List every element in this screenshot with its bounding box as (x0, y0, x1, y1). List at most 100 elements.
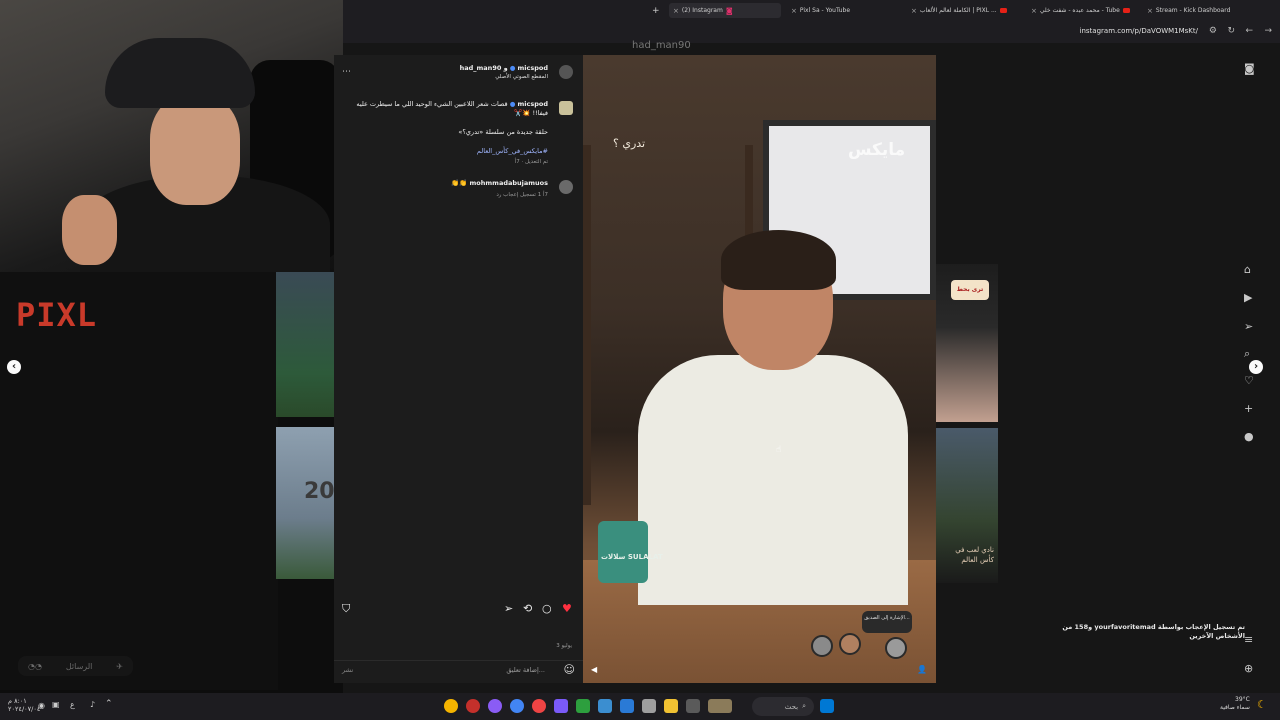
edge-icon[interactable] (620, 699, 634, 713)
tab-mohammed-abdo[interactable]: × محمد عبده - شفت خلي - Tube (1027, 3, 1139, 18)
chrome-icon[interactable] (444, 699, 458, 713)
avatar[interactable] (559, 101, 573, 115)
language-icon[interactable]: ع (70, 700, 75, 709)
clock-time: ٨:٠١ م (8, 697, 27, 705)
repost-icon[interactable]: ⟲ (523, 602, 532, 615)
tab-pixl-youtube[interactable]: × Pixl Sa - YouTube (787, 3, 899, 18)
youtube-icon (1122, 8, 1130, 13)
search-icon: ⌕ (802, 702, 806, 710)
prev-post-thumbnail-2[interactable]: 20 (276, 427, 335, 579)
comment-meta[interactable]: 7أ 1 تسجيل إعجاب رد (496, 191, 548, 200)
network-icon[interactable]: ▣ (52, 700, 60, 709)
emoji-icon[interactable]: ☺ (564, 663, 575, 676)
pixl-logo: PIXL (16, 296, 98, 334)
tadri-sign: تدري ؟ (613, 137, 646, 150)
app-icon[interactable] (642, 699, 656, 713)
mouse-cursor-icon: ☝ (776, 445, 782, 455)
app-icon[interactable] (576, 699, 590, 713)
site-settings-icon[interactable]: ⚙ (1209, 26, 1217, 36)
tab-label: (2) Instagram (681, 7, 723, 14)
new-tab-button[interactable]: + (648, 3, 666, 18)
clock[interactable]: ٨:٠١ م ٢٠٢٤/٠٧/٠٤ (8, 697, 40, 713)
app-icon[interactable] (466, 699, 480, 713)
notifications-icon[interactable]: ♡ (1244, 374, 1254, 387)
widgets-icon[interactable] (708, 699, 732, 713)
mics-logo: مايكس (848, 140, 906, 160)
close-icon[interactable]: × (1031, 7, 1037, 15)
caption: micspod ● قصات شعر اللاعبين الشيء الوحيد… (348, 100, 548, 118)
mute-icon[interactable]: ◀ (591, 665, 597, 674)
collab-author[interactable]: و had_man90 (460, 64, 508, 72)
task-view-icon[interactable] (686, 699, 700, 713)
file-explorer-icon[interactable] (664, 699, 678, 713)
post-author[interactable]: micspod (518, 64, 549, 72)
tagged-user-avatar[interactable] (811, 635, 833, 657)
youtube-icon (999, 8, 1007, 13)
caption-meta: تم التعديل · 7أ (514, 159, 548, 165)
weather-widget[interactable]: 39°C سماء صافية (1220, 696, 1250, 712)
more-options-icon[interactable]: ⋯ (342, 67, 351, 77)
mention-hint-tooltip: الإشارة إلى الصديق... (862, 611, 912, 633)
browser-tab-bar: × Stream - Kick Dashboard × محمد عبده - … (343, 0, 1280, 21)
comment-input[interactable]: إضافة تعليق... (506, 666, 545, 674)
app-icon[interactable] (598, 699, 612, 713)
taskbar-search[interactable]: بحث ⌕ (752, 697, 814, 716)
back-icon[interactable]: ← (1245, 26, 1253, 36)
close-icon[interactable]: × (1147, 7, 1153, 15)
home-icon[interactable]: ⌂ (1244, 263, 1251, 276)
avatar[interactable] (559, 65, 573, 79)
avatar[interactable] (559, 180, 573, 194)
profile-icon[interactable]: ● (1244, 430, 1254, 443)
share-icon[interactable]: ➢ (504, 602, 513, 615)
reel-video[interactable]: سلالات SULALAT مايكس تدري ؟ ◀ 👤 (583, 55, 936, 683)
next-post-arrow-icon[interactable]: › (1249, 360, 1263, 374)
notification-icon[interactable]: ◉ (38, 701, 45, 710)
chrome-icon[interactable] (532, 699, 546, 713)
messages-bar[interactable]: ◔◔ الرسائل ✈ (18, 656, 133, 676)
moon-icon: ☾ (1257, 698, 1267, 711)
streamer-hand (62, 195, 117, 265)
forward-icon[interactable]: → (1264, 26, 1272, 36)
game-icon[interactable] (554, 699, 568, 713)
url-field[interactable]: instagram.com/p/DaVOWM1MsKt/ (1080, 27, 1198, 35)
tag-people-icon[interactable]: 👤 (917, 665, 927, 674)
prev-post-thumbnail-1[interactable] (276, 272, 334, 417)
chevron-up-icon[interactable]: ⌃ (105, 699, 113, 709)
original-audio-link[interactable]: المقطع الصوتي الأصلي (460, 73, 548, 82)
tab-kick-dashboard[interactable]: × Stream - Kick Dashboard (1143, 3, 1255, 18)
comment-text: 👏👏 (451, 179, 468, 187)
microphone-icon[interactable]: ♪ (90, 700, 95, 709)
menu-icon[interactable]: ≡ (1244, 633, 1253, 646)
close-icon[interactable]: × (911, 7, 917, 15)
previous-post-arrow-icon[interactable]: ‹ (7, 360, 21, 374)
reels-icon[interactable]: ▶ (1244, 291, 1252, 304)
direct-icon[interactable]: ➢ (1244, 320, 1253, 333)
reload-icon[interactable]: ↻ (1227, 26, 1235, 36)
search-label: بحث (784, 702, 799, 711)
presenter-hair (721, 230, 836, 290)
threads-icon[interactable]: ⊕ (1244, 662, 1253, 675)
discord-icon[interactable] (488, 699, 502, 713)
verified-icon: ● (509, 64, 516, 72)
start-icon[interactable] (820, 699, 834, 713)
like-heart-icon[interactable]: ♥ (562, 602, 572, 615)
likes-summary[interactable]: تم تسجيل الإعجاب بواسطة yourfavoritemad … (1035, 623, 1245, 641)
close-icon[interactable]: × (673, 7, 679, 15)
tagged-user-avatar[interactable] (839, 633, 861, 655)
bookmark-icon[interactable]: ⛉ (342, 602, 350, 616)
mug (598, 521, 648, 583)
browser-icon[interactable] (510, 699, 524, 713)
tab-instagram[interactable]: × (2) Instagram ◙ (669, 3, 781, 18)
create-icon[interactable]: + (1244, 402, 1253, 415)
caption-author[interactable]: micspod (518, 100, 549, 108)
tagged-user-avatar[interactable] (885, 637, 907, 659)
instagram-logo-icon[interactable]: ◙ (1244, 62, 1255, 75)
background-username: had_man90 (632, 40, 691, 51)
search-icon[interactable]: ⌕ (1244, 347, 1250, 361)
tab-pixl-game[interactable]: × الكاملة لعالم الألعاب | PIXL ... (907, 3, 1019, 18)
post-comment-button[interactable]: نشر (342, 666, 353, 674)
hashtag-link[interactable]: #مايكس_في_كأس_العالم (477, 147, 548, 156)
comment-author[interactable]: mohmmadabujamuos (470, 179, 548, 187)
comment-icon[interactable]: ○ (542, 602, 552, 615)
close-icon[interactable]: × (791, 7, 797, 15)
